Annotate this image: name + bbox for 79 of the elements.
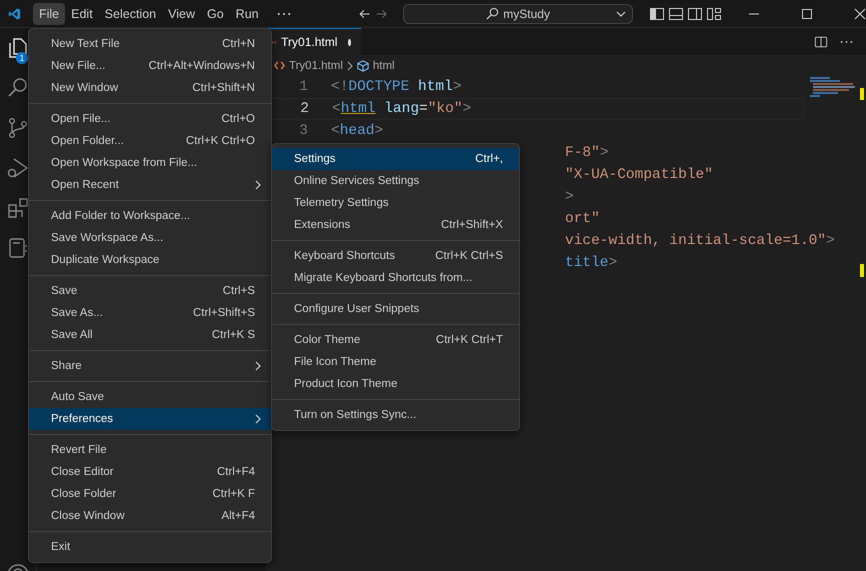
menu-item[interactable]: Close Editor Ctrl+F4 — [29, 461, 271, 483]
menu-item[interactable]: Open Recent — [29, 174, 271, 196]
menu-item[interactable]: Turn on Settings Sync... — [272, 404, 519, 426]
menu-item[interactable]: Add Folder to Workspace... — [29, 205, 271, 227]
menu-item[interactable]: Close Window Alt+F4 — [29, 505, 271, 527]
menu-bar-item[interactable]: File — [32, 2, 66, 24]
menu-item[interactable]: Share — [29, 355, 271, 377]
menu-item[interactable]: Open Folder... Ctrl+K Ctrl+O — [29, 130, 271, 152]
menu-item[interactable]: Color Theme Ctrl+K Ctrl+T — [272, 329, 519, 351]
line-number: 1 — [298, 79, 308, 95]
line-number: 2 — [299, 101, 309, 117]
menu-bar-item[interactable]: Go — [200, 2, 230, 24]
source-control-icon[interactable] — [6, 116, 30, 140]
code-line: <html lang="ko"> — [332, 101, 472, 117]
menu-item[interactable]: New Window Ctrl+Shift+N — [29, 77, 271, 99]
menu-item[interactable]: Open File... Ctrl+O — [29, 108, 271, 130]
menu-bar-item[interactable]: View — [162, 2, 201, 24]
line-number: 3 — [298, 123, 308, 139]
menu-item[interactable]: Duplicate Workspace — [29, 249, 271, 271]
menu-item[interactable]: Migrate Keyboard Shortcuts from... — [272, 267, 519, 289]
breadcrumb-item[interactable]: Try01.html — [289, 60, 343, 72]
scrollbar-marker — [860, 264, 864, 277]
html-file-icon — [274, 61, 285, 70]
cube-icon — [356, 60, 369, 72]
code-line: <head> — [331, 123, 384, 139]
menu-bar-item[interactable]: Edit — [65, 2, 99, 24]
menu-item[interactable]: Telemetry Settings — [272, 192, 519, 214]
code-line: title> — [565, 255, 618, 271]
toggle-sidebar-icon[interactable] — [649, 6, 665, 22]
menu-item[interactable]: Preferences — [29, 408, 271, 430]
code-line: vice-width, initial-scale=1.0"> — [565, 233, 835, 249]
menu-item[interactable]: Settings Ctrl+, — [272, 148, 519, 170]
breadcrumb-item[interactable]: html — [372, 60, 395, 72]
more-icon[interactable] — [276, 12, 291, 16]
back-arrow-icon[interactable] — [358, 8, 370, 20]
scrollbar-marker — [860, 88, 864, 100]
close-icon[interactable] — [854, 8, 866, 20]
code-line: > — [565, 189, 574, 205]
menu-item[interactable]: Product Icon Theme — [272, 373, 519, 395]
notification-badge: 1 — [16, 52, 28, 64]
chevron-right-icon — [346, 60, 353, 70]
menu-item[interactable]: Save Workspace As... — [29, 227, 271, 249]
split-editor-icon[interactable] — [814, 34, 828, 48]
maximize-icon[interactable] — [801, 8, 813, 20]
menu-bar-item[interactable]: Selection — [98, 2, 162, 24]
menu-item[interactable]: Exit — [29, 536, 271, 558]
menu-item[interactable]: Auto Save — [29, 386, 271, 408]
menu-item[interactable]: New File... Ctrl+Alt+Windows+N — [29, 55, 271, 77]
menu-item[interactable]: Save Ctrl+S — [29, 280, 271, 302]
customize-layout-icon[interactable] — [706, 6, 722, 22]
code-line: ort" — [565, 211, 600, 227]
menu-item[interactable]: Open Workspace from File... — [29, 152, 271, 174]
chevron-right-icon — [255, 180, 261, 190]
forward-arrow-icon[interactable] — [376, 8, 388, 20]
app-logo-icon — [8, 6, 21, 22]
editor-tab[interactable]: Try01.html — [266, 28, 361, 55]
menu-item[interactable]: Configure User Snippets — [272, 298, 519, 320]
run-debug-icon[interactable] — [6, 156, 30, 180]
menu-bar-item[interactable]: Run — [230, 2, 265, 24]
toggle-secondary-sidebar-icon[interactable] — [687, 6, 703, 22]
code-line: F-8"> — [565, 145, 609, 161]
menu-item[interactable]: Keyboard Shortcuts Ctrl+K Ctrl+S — [272, 245, 519, 267]
menu-item[interactable]: Save All Ctrl+K S — [29, 324, 271, 346]
menu-item[interactable]: Close Folder Ctrl+K F — [29, 483, 271, 505]
menu-item[interactable]: Revert File — [29, 439, 271, 461]
caret-icon — [616, 10, 626, 16]
menu-item[interactable]: Online Services Settings — [272, 170, 519, 192]
more-actions-icon[interactable] — [840, 40, 853, 44]
code-line: <!DOCTYPE html> — [331, 79, 462, 95]
chevron-right-icon — [255, 414, 261, 424]
command-center-search[interactable]: myStudy — [403, 4, 633, 24]
menu-item[interactable]: Save As... Ctrl+Shift+S — [29, 302, 271, 324]
menu-item[interactable]: File Icon Theme — [272, 351, 519, 373]
search-icon — [486, 7, 500, 20]
extensions-icon[interactable] — [6, 196, 30, 220]
menu-item[interactable]: Extensions Ctrl+Shift+X — [272, 214, 519, 236]
chevron-right-icon — [255, 361, 261, 371]
toggle-panel-icon[interactable] — [668, 6, 684, 22]
code-line: "X-UA-Compatible" — [565, 167, 713, 183]
